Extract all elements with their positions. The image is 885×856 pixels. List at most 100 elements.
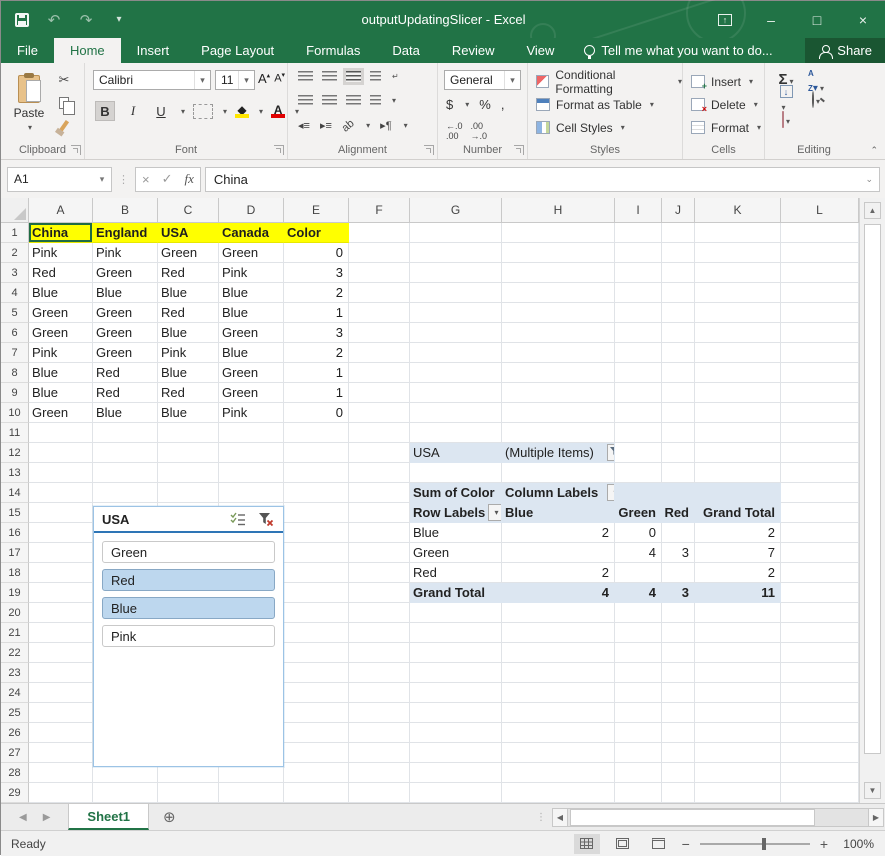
cell-K7[interactable]: [695, 343, 781, 363]
cell-L29[interactable]: [781, 783, 859, 803]
cell-E28[interactable]: [284, 763, 349, 783]
cell-L22[interactable]: [781, 643, 859, 663]
cell-K16[interactable]: 2: [695, 523, 781, 543]
row-header-28[interactable]: 28: [1, 763, 29, 783]
cell-I12[interactable]: [615, 443, 662, 463]
cell-K22[interactable]: [695, 643, 781, 663]
ribbon-display-options-icon[interactable]: ↑: [702, 1, 748, 38]
cell-H29[interactable]: [502, 783, 615, 803]
cell-H2[interactable]: [502, 243, 615, 263]
cell-E18[interactable]: [284, 563, 349, 583]
cell-E25[interactable]: [284, 703, 349, 723]
cell-H16[interactable]: 2: [502, 523, 615, 543]
cell-H10[interactable]: [502, 403, 615, 423]
cell-A12[interactable]: [29, 443, 93, 463]
cell-C4[interactable]: Blue: [158, 283, 219, 303]
cancel-icon[interactable]: ×: [142, 172, 150, 187]
cell-styles-button[interactable]: Cell Styles▾: [536, 117, 682, 138]
cell-F28[interactable]: [349, 763, 410, 783]
increase-indent-icon[interactable]: ▸≡: [320, 119, 332, 132]
cell-K17[interactable]: 7: [695, 543, 781, 563]
cell-I20[interactable]: [615, 603, 662, 623]
italic-button[interactable]: I: [123, 101, 143, 121]
cell-K28[interactable]: [695, 763, 781, 783]
vertical-scroll-thumb[interactable]: [864, 224, 881, 754]
row-header-17[interactable]: 17: [1, 543, 29, 563]
cell-A18[interactable]: [29, 563, 93, 583]
cell-A7[interactable]: Pink: [29, 343, 93, 363]
cell-F22[interactable]: [349, 643, 410, 663]
tab-insert[interactable]: Insert: [121, 38, 186, 63]
cut-icon[interactable]: ✂: [51, 71, 77, 89]
cell-J17[interactable]: 3: [662, 543, 695, 563]
cell-F1[interactable]: [349, 223, 410, 243]
cell-I28[interactable]: [615, 763, 662, 783]
scroll-right-icon[interactable]: ▶: [868, 808, 884, 827]
cell-L7[interactable]: [781, 343, 859, 363]
cell-J22[interactable]: [662, 643, 695, 663]
cell-A24[interactable]: [29, 683, 93, 703]
cell-J23[interactable]: [662, 663, 695, 683]
fill-color-icon[interactable]: ◆: [235, 104, 249, 118]
cell-J26[interactable]: [662, 723, 695, 743]
cell-G9[interactable]: [410, 383, 502, 403]
cell-B11[interactable]: [93, 423, 158, 443]
clear-filter-icon[interactable]: [257, 511, 275, 527]
row-header-23[interactable]: 23: [1, 663, 29, 683]
column-header-G[interactable]: G: [410, 198, 502, 223]
row-header-13[interactable]: 13: [1, 463, 29, 483]
cell-C5[interactable]: Red: [158, 303, 219, 323]
cell-G26[interactable]: [410, 723, 502, 743]
align-left-icon[interactable]: [298, 95, 313, 106]
cell-H12[interactable]: (Multiple Items): [502, 443, 615, 463]
cell-G13[interactable]: [410, 463, 502, 483]
cell-E26[interactable]: [284, 723, 349, 743]
row-header-14[interactable]: 14: [1, 483, 29, 503]
find-select-button[interactable]: ▾: [812, 92, 820, 107]
cell-B8[interactable]: Red: [93, 363, 158, 383]
cell-A26[interactable]: [29, 723, 93, 743]
cell-I25[interactable]: [615, 703, 662, 723]
tab-formulas[interactable]: Formulas: [290, 38, 376, 63]
zoom-in-icon[interactable]: +: [820, 836, 828, 852]
merge-dropdown-icon[interactable]: ▾: [392, 96, 396, 105]
tab-data[interactable]: Data: [376, 38, 435, 63]
row-header-10[interactable]: 10: [1, 403, 29, 423]
cell-L15[interactable]: [781, 503, 859, 523]
cell-I7[interactable]: [615, 343, 662, 363]
cell-G29[interactable]: [410, 783, 502, 803]
cell-I6[interactable]: [615, 323, 662, 343]
increase-decimal-icon[interactable]: ←.0.00: [446, 121, 463, 141]
cell-A13[interactable]: [29, 463, 93, 483]
cell-I4[interactable]: [615, 283, 662, 303]
column-header-B[interactable]: B: [93, 198, 158, 223]
cell-J28[interactable]: [662, 763, 695, 783]
cell-K10[interactable]: [695, 403, 781, 423]
formula-input[interactable]: China ⌄: [205, 167, 880, 192]
cell-D5[interactable]: Blue: [219, 303, 284, 323]
cell-I23[interactable]: [615, 663, 662, 683]
row-header-22[interactable]: 22: [1, 643, 29, 663]
cell-K25[interactable]: [695, 703, 781, 723]
cell-I15[interactable]: Green: [615, 503, 662, 523]
cell-B5[interactable]: Green: [93, 303, 158, 323]
cell-L20[interactable]: [781, 603, 859, 623]
cell-B14[interactable]: [93, 483, 158, 503]
cell-A17[interactable]: [29, 543, 93, 563]
cell-E20[interactable]: [284, 603, 349, 623]
cell-G23[interactable]: [410, 663, 502, 683]
scroll-left-icon[interactable]: ◀: [552, 808, 568, 827]
cell-J14[interactable]: [662, 483, 695, 503]
select-all-corner[interactable]: [1, 198, 29, 223]
cell-H18[interactable]: 2: [502, 563, 615, 583]
cell-J10[interactable]: [662, 403, 695, 423]
cell-F7[interactable]: [349, 343, 410, 363]
cell-G15[interactable]: Row Labels▾: [410, 503, 502, 523]
cell-K8[interactable]: [695, 363, 781, 383]
multi-select-icon[interactable]: [229, 511, 247, 527]
cell-H14[interactable]: Column Labels▾: [502, 483, 615, 503]
cell-L25[interactable]: [781, 703, 859, 723]
cell-E10[interactable]: 0: [284, 403, 349, 423]
cell-A14[interactable]: [29, 483, 93, 503]
zoom-out-icon[interactable]: −: [682, 836, 690, 852]
